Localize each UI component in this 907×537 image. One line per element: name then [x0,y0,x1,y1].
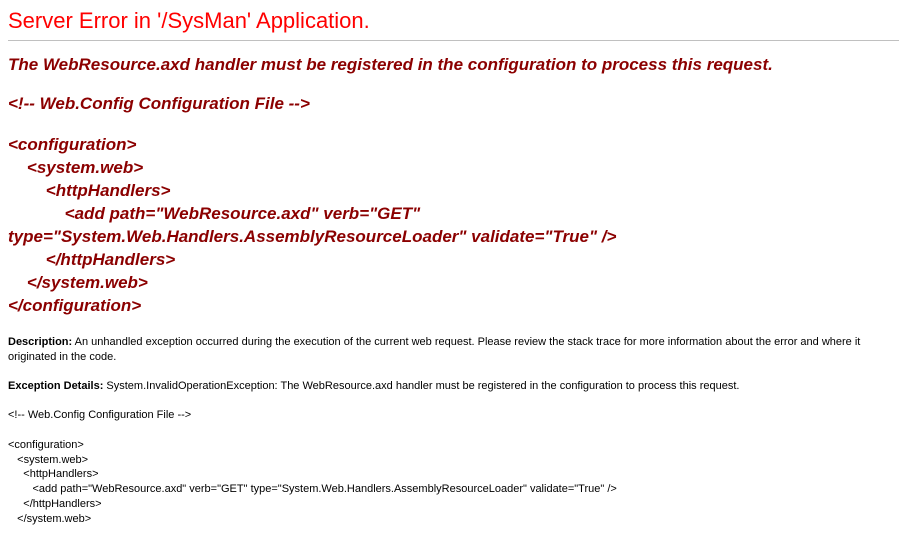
small-config-line: <configuration> [8,439,84,451]
small-config-comment: <!-- Web.Config Configuration File --> [8,409,191,421]
description-text: An unhandled exception occurred during t… [8,336,860,363]
exception-text: System.InvalidOperationException: The We… [103,380,739,392]
small-config-block: <!-- Web.Config Configuration File --> <… [8,408,899,527]
config-line: </system.web> [8,273,148,292]
description-label: Description: [8,336,72,348]
error-subheading: The WebResource.axd handler must be regi… [8,55,899,75]
config-xml-block: <configuration> <system.web> <httpHandle… [8,134,899,318]
exception-paragraph: Exception Details: System.InvalidOperati… [8,379,899,394]
config-line: </httpHandlers> [8,250,175,269]
description-paragraph: Description: An unhandled exception occu… [8,335,899,365]
divider [8,40,899,41]
small-config-line: <add path="WebResource.axd" verb="GET" t… [8,483,617,495]
config-line: <system.web> [8,158,143,177]
small-config-line: <httpHandlers> [8,468,99,480]
config-line: <httpHandlers> [8,181,170,200]
config-line: </configuration> [8,296,141,315]
small-config-line: </httpHandlers> [8,498,102,510]
small-config-line: </system.web> [8,513,91,525]
config-line: <add path="WebResource.axd" verb="GET" [8,204,420,223]
exception-label: Exception Details: [8,380,103,392]
config-comment: <!-- Web.Config Configuration File --> [8,93,899,116]
config-line: type="System.Web.Handlers.AssemblyResour… [8,227,616,246]
page-title: Server Error in '/SysMan' Application. [8,8,899,34]
small-config-line: <system.web> [8,454,88,466]
config-line: <configuration> [8,135,136,154]
